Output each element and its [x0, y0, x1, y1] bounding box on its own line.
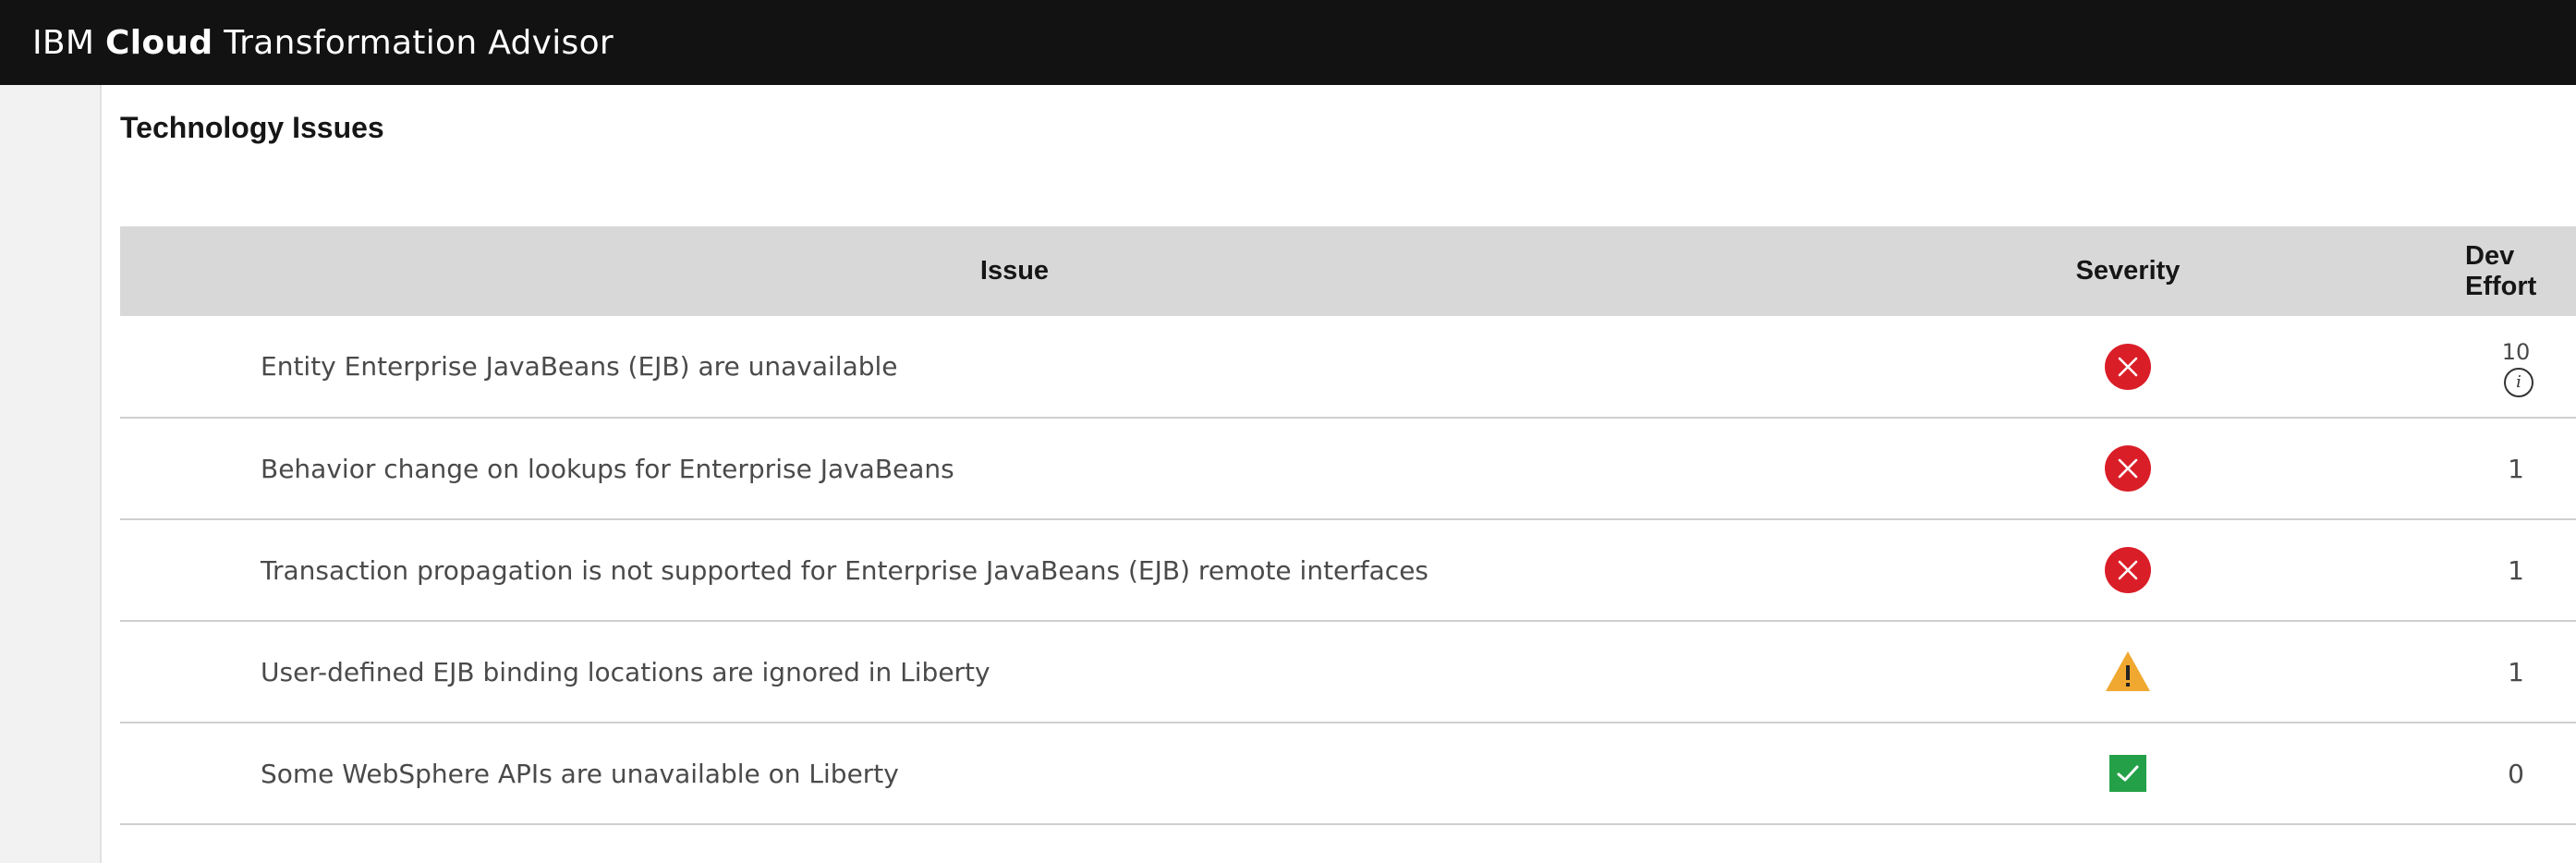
x-circle-icon	[2104, 445, 2152, 492]
brand-prefix: IBM	[32, 23, 95, 62]
issue-cell: Transaction propagation is not supported…	[261, 554, 1429, 586]
severity-cell	[1909, 723, 2347, 824]
dev-effort-cell: 10 i	[2347, 316, 2576, 418]
left-side-rail	[0, 85, 102, 863]
severity-cell	[1909, 519, 2347, 621]
issue-cell: Entity Enterprise JavaBeans (EJB) are un…	[261, 351, 898, 382]
dev-effort-cell: 0	[2347, 723, 2576, 824]
severity-cell	[1909, 316, 2347, 418]
table-row[interactable]: Some WebSphere APIs are unavailable on L…	[120, 723, 2576, 824]
warning-triangle-icon	[2104, 651, 2152, 691]
page-title: Technology Issues	[120, 111, 384, 144]
x-circle-icon	[2104, 343, 2152, 390]
dev-effort-cell: 1	[2347, 621, 2576, 723]
dev-effort-cell: 1	[2347, 519, 2576, 621]
severity-cell	[1909, 621, 2347, 723]
severity-cell	[1909, 418, 2347, 519]
app-brand[interactable]: IBM Cloud Transformation Advisor	[32, 24, 614, 62]
issues-table: Issue Severity Dev Effort Entity Enterpr…	[120, 226, 2576, 825]
issue-cell: User-defined EJB binding locations are i…	[261, 656, 990, 687]
table-row[interactable]: User-defined EJB binding locations are i…	[120, 621, 2576, 723]
table-row[interactable]: Transaction propagation is not supported…	[120, 519, 2576, 621]
top-bar: IBM Cloud Transformation Advisor	[0, 0, 2576, 85]
dev-effort-value: 0	[2508, 758, 2524, 789]
info-icon[interactable]: i	[2504, 368, 2533, 397]
brand-bold: Cloud	[105, 23, 213, 62]
issue-cell: Some WebSphere APIs are unavailable on L…	[261, 758, 899, 789]
x-circle-icon	[2104, 547, 2152, 593]
column-header-issue[interactable]: Issue	[120, 226, 1909, 316]
table-header-row: Issue Severity Dev Effort	[120, 226, 2576, 316]
dev-effort-value: 1	[2508, 453, 2524, 484]
checkmark-square-icon	[2104, 755, 2152, 792]
dev-effort-cell: 1	[2347, 418, 2576, 519]
dev-effort-value: 10	[2501, 339, 2531, 365]
dev-effort-value: 1	[2508, 554, 2524, 586]
column-header-dev-effort[interactable]: Dev Effort	[2347, 226, 2576, 316]
table-row[interactable]: Behavior change on lookups for Enterpris…	[120, 418, 2576, 519]
column-header-severity[interactable]: Severity	[1909, 226, 2347, 316]
brand-suffix: Transformation Advisor	[224, 23, 614, 62]
table-row[interactable]: Entity Enterprise JavaBeans (EJB) are un…	[120, 316, 2576, 418]
dev-effort-value: 1	[2508, 656, 2524, 687]
issue-cell: Behavior change on lookups for Enterpris…	[261, 453, 954, 484]
